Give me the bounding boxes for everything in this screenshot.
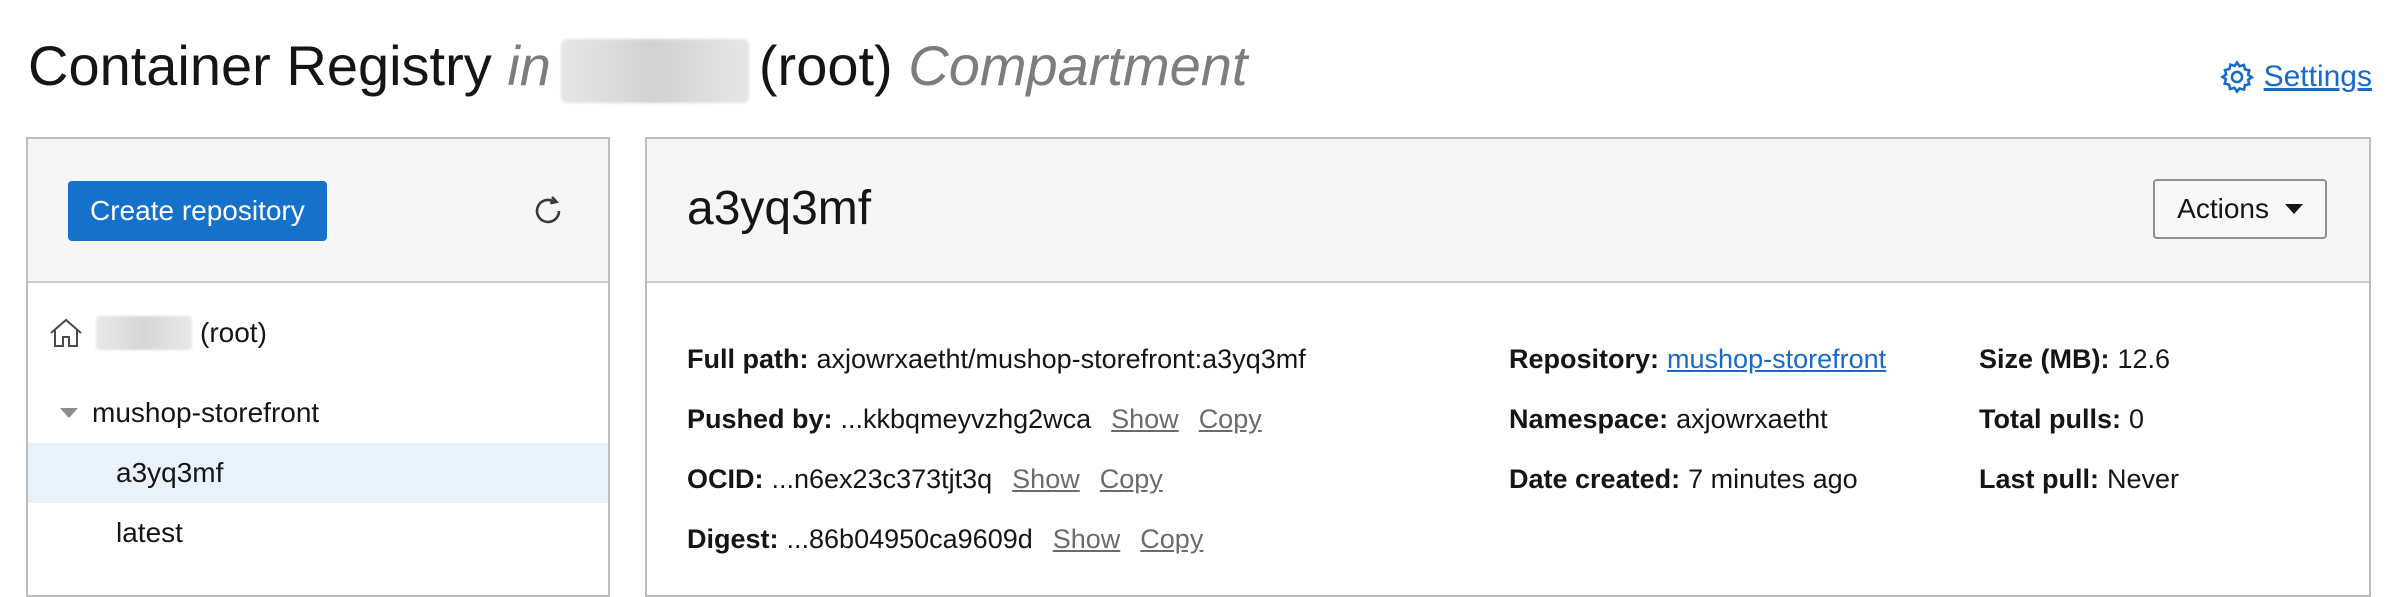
- field-label: Date created:: [1509, 463, 1681, 494]
- tag-label: a3yq3mf: [116, 457, 224, 488]
- details-column-1: Full path: axjowrxaetht/mushop-storefron…: [687, 329, 1306, 569]
- namespace-row: Namespace: axjowrxaetht: [1509, 389, 1886, 449]
- digest-row: Digest: ...86b04950ca9609d Show Copy: [687, 509, 1306, 569]
- digest-value: ...86b04950ca9609d: [786, 523, 1033, 554]
- repository-row: Repository: mushop-storefront: [1509, 329, 1886, 389]
- actions-label: Actions: [2177, 193, 2269, 224]
- chevron-down-icon: [2285, 204, 2303, 214]
- last-pull-row: Last pull: Never: [1979, 449, 2179, 509]
- actions-button[interactable]: Actions: [2153, 179, 2327, 239]
- details-column-2: Repository: mushop-storefront Namespace:…: [1509, 329, 1886, 509]
- size-row: Size (MB): 12.6: [1979, 329, 2179, 389]
- tree-item-tag[interactable]: latest: [28, 503, 608, 563]
- namespace-value: axjowrxaetht: [1676, 403, 1828, 434]
- details-column-3: Size (MB): 12.6 Total pulls: 0 Last pull…: [1979, 329, 2179, 509]
- field-label: Full path:: [687, 343, 809, 374]
- show-link[interactable]: Show: [1053, 524, 1121, 555]
- refresh-icon[interactable]: [528, 191, 568, 231]
- field-label: Digest:: [687, 523, 779, 554]
- tree-root-compartment[interactable]: (root): [28, 283, 608, 383]
- field-label: Last pull:: [1979, 463, 2099, 494]
- redacted-compartment: [560, 38, 749, 103]
- full-path-row: Full path: axjowrxaetht/mushop-storefron…: [687, 329, 1306, 389]
- field-label: Pushed by:: [687, 403, 833, 434]
- field-label: Repository:: [1509, 343, 1660, 374]
- repository-tree: (root) mushop-storefront a3yq3mf latest: [28, 283, 608, 563]
- repository-link[interactable]: mushop-storefront: [1667, 344, 1886, 375]
- full-path-value: axjowrxaetht/mushop-storefront:a3yq3mf: [816, 343, 1306, 374]
- ocid-value: ...n6ex23c373tjt3q: [771, 463, 993, 494]
- repository-tree-panel: Create repository (root) mushop-storefro…: [26, 137, 610, 597]
- tree-item-tag-selected[interactable]: a3yq3mf: [28, 443, 608, 503]
- settings-link[interactable]: Settings: [2264, 60, 2372, 94]
- image-details-panel: a3yq3mf Actions Full path: axjowrxaetht/…: [645, 137, 2371, 597]
- pushed-by-row: Pushed by: ...kkbqmeyvzhg2wca Show Copy: [687, 389, 1306, 449]
- page-title: Container Registry in (root) Compartment: [28, 33, 1248, 103]
- show-link[interactable]: Show: [1012, 464, 1080, 495]
- date-created-value: 7 minutes ago: [1688, 463, 1858, 494]
- title-compartment: Compartment: [908, 34, 1248, 98]
- last-pull-value: Never: [2107, 463, 2180, 494]
- settings-link-container[interactable]: Settings: [2218, 58, 2372, 96]
- repository-label: mushop-storefront: [92, 397, 320, 428]
- date-created-row: Date created: 7 minutes ago: [1509, 449, 1886, 509]
- tree-item-repository[interactable]: mushop-storefront: [28, 383, 608, 443]
- home-icon: [46, 313, 86, 353]
- total-pulls-value: 0: [2129, 403, 2145, 434]
- show-link[interactable]: Show: [1111, 404, 1179, 435]
- tag-label: latest: [116, 517, 183, 548]
- details-header: a3yq3mf Actions: [647, 139, 2369, 283]
- size-value: 12.6: [2117, 343, 2171, 374]
- copy-link[interactable]: Copy: [1199, 404, 1262, 435]
- image-title: a3yq3mf: [687, 182, 872, 235]
- redacted-compartment-name: [96, 316, 192, 350]
- field-label: Namespace:: [1509, 403, 1669, 434]
- pushed-by-value: ...kkbqmeyvzhg2wca: [840, 403, 1092, 434]
- caret-down-icon[interactable]: [60, 408, 78, 418]
- create-repository-button[interactable]: Create repository: [68, 181, 327, 241]
- gear-icon[interactable]: [2218, 58, 2256, 96]
- tree-root-label: (root): [200, 317, 267, 348]
- field-label: OCID:: [687, 463, 764, 494]
- title-main: Container Registry: [28, 34, 492, 98]
- title-in: in: [507, 34, 551, 98]
- ocid-row: OCID: ...n6ex23c373tjt3q Show Copy: [687, 449, 1306, 509]
- copy-link[interactable]: Copy: [1140, 524, 1203, 555]
- field-label: Total pulls:: [1979, 403, 2121, 434]
- field-label: Size (MB):: [1979, 343, 2110, 374]
- title-root: (root): [758, 34, 893, 98]
- tree-panel-header: Create repository: [28, 139, 608, 283]
- copy-link[interactable]: Copy: [1100, 464, 1163, 495]
- page-header: Container Registry in (root) Compartment: [28, 28, 1248, 108]
- total-pulls-row: Total pulls: 0: [1979, 389, 2179, 449]
